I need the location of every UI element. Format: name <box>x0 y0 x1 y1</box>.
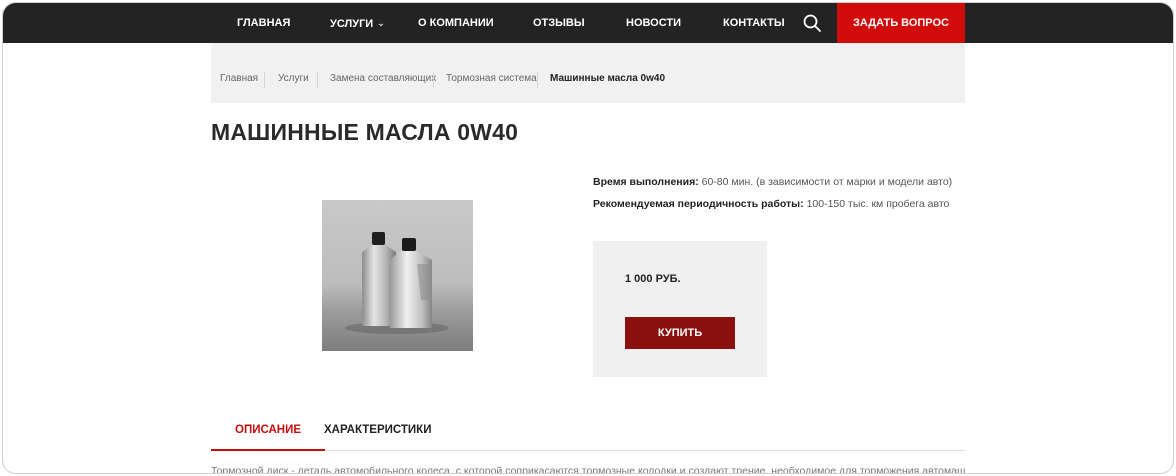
breadcrumb-separator <box>537 72 538 88</box>
breadcrumb-item-home[interactable]: Главная <box>220 43 258 103</box>
execution-time: Время выполнения: 60-80 мин. (в зависимо… <box>593 176 952 188</box>
breadcrumb-item-services[interactable]: Услуги <box>278 43 309 103</box>
execution-time-value: 60-80 мин. (в зависимости от марки и мод… <box>698 176 953 188</box>
tab-description[interactable]: Описание <box>211 415 326 451</box>
tab-characteristics[interactable]: Характеристики <box>324 415 431 451</box>
nav-item-reviews[interactable]: Отзывы <box>533 3 585 43</box>
price-box: 1 000 руб. Купить <box>593 241 767 377</box>
recommended-period: Рекомендуемая периодичность работы: 100-… <box>593 198 949 210</box>
breadcrumb-separator <box>317 72 318 88</box>
nav-item-home[interactable]: Главная <box>237 3 290 43</box>
nav-item-news[interactable]: Новости <box>626 3 681 43</box>
breadcrumb-item-components[interactable]: Замена составляющих <box>330 43 436 103</box>
oil-canisters-image <box>345 232 449 334</box>
breadcrumb-separator <box>433 72 434 88</box>
execution-time-label: Время выполнения: <box>593 176 699 188</box>
buy-button[interactable]: Купить <box>625 317 735 349</box>
breadcrumb-item-brakes[interactable]: Тормозная система <box>446 43 537 103</box>
breadcrumb-current: Машинные масла 0w40 <box>550 73 665 84</box>
product-image <box>322 200 473 351</box>
page-frame: Главная Услуги ⌄ О компании Отзывы Новост… <box>2 2 1174 474</box>
breadcrumb: Главная Услуги Замена составляющих Тормо… <box>211 43 965 103</box>
recommended-period-value: 100-150 тыс. км пробега авто <box>803 198 950 210</box>
chevron-down-icon: ⌄ <box>377 18 385 28</box>
ask-question-button[interactable]: Задать вопрос <box>837 3 965 43</box>
page-title: Машинные масла 0W40 <box>211 119 519 145</box>
product-tabs: Описание Характеристики <box>211 415 965 451</box>
nav-item-contacts[interactable]: Контакты <box>723 3 785 43</box>
nav-item-services-label: Услуги <box>330 18 374 30</box>
top-navigation: Главная Услуги ⌄ О компании Отзывы Новост… <box>3 3 1173 43</box>
description-text: Тормозной диск - деталь автомобильного к… <box>211 465 965 474</box>
breadcrumb-separator <box>264 72 265 88</box>
price: 1 000 руб. <box>625 273 681 285</box>
search-icon[interactable] <box>802 13 822 33</box>
recommended-period-label: Рекомендуемая периодичность работы: <box>593 198 804 210</box>
nav-item-services[interactable]: Услуги ⌄ <box>330 3 385 43</box>
nav-item-about[interactable]: О компании <box>418 3 494 43</box>
